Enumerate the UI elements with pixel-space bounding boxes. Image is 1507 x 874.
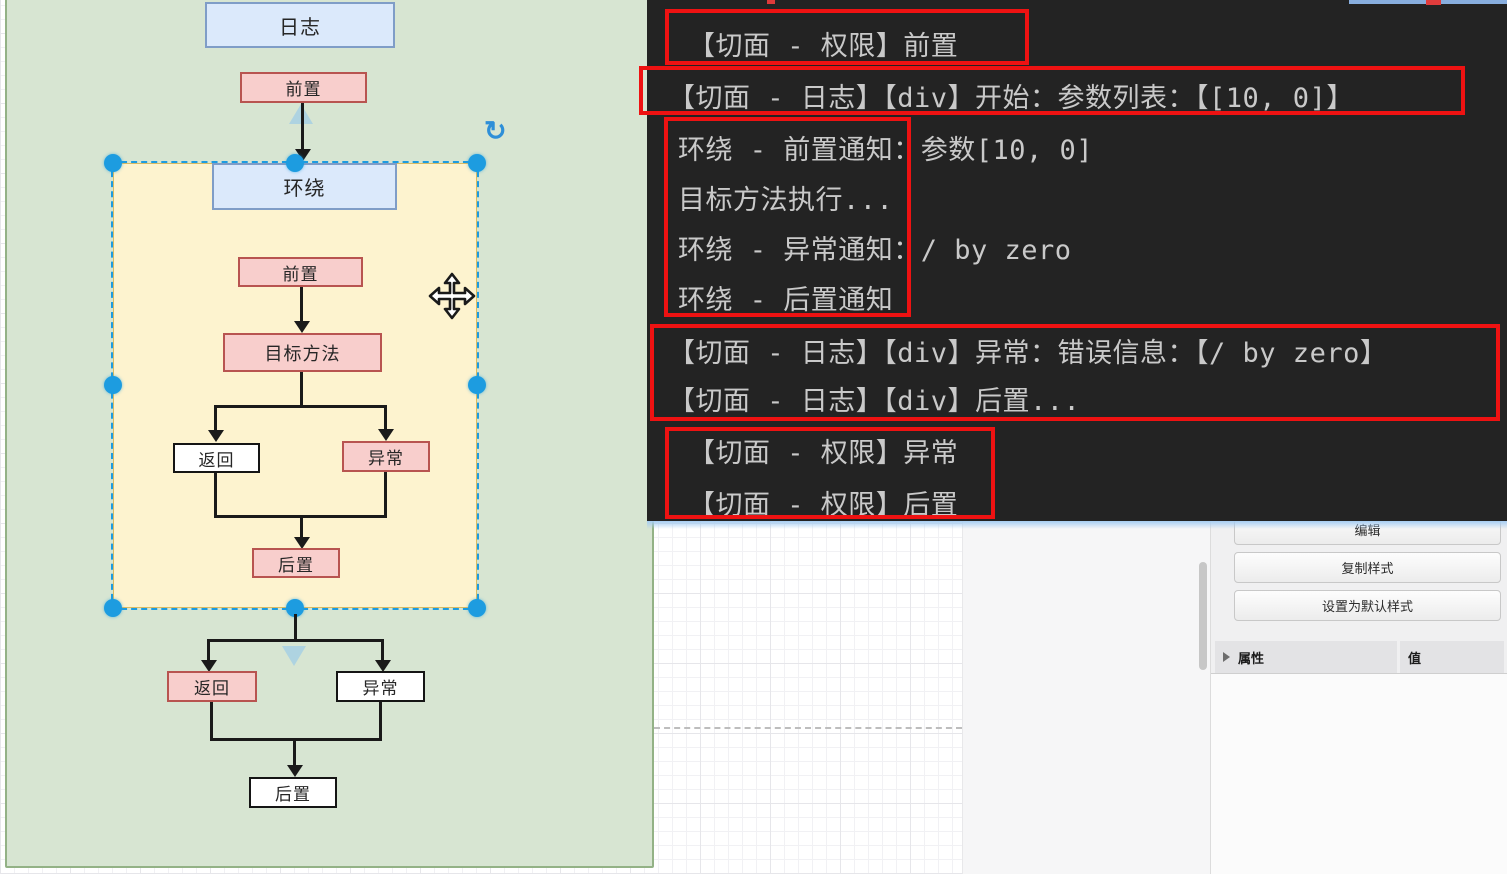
node-before-outer-label: 前置	[286, 75, 322, 100]
node-around[interactable]: 环绕	[212, 163, 397, 210]
rotate-glyph: ↻	[484, 116, 507, 146]
cropped-annotation-fragment	[767, 0, 775, 4]
node-before-inner-label: 前置	[283, 260, 319, 285]
console-line: 【切面 - 权限】异常	[688, 431, 958, 470]
node-return-inner-label: 返回	[199, 446, 235, 471]
node-after-outer[interactable]: 后置	[249, 777, 337, 808]
console-line: 目标方法执行...	[678, 178, 893, 217]
edge-segment	[294, 614, 297, 641]
edge-segment	[214, 405, 387, 408]
property-table-body	[1211, 674, 1507, 874]
console-line: 【切面 - 权限】前置	[688, 24, 958, 63]
edge-segment	[207, 639, 384, 642]
node-log[interactable]: 日志	[205, 2, 395, 48]
node-target-method-label: 目标方法	[265, 340, 341, 366]
set-default-style-button[interactable]: 设置为默认样式	[1234, 590, 1501, 621]
property-table-header: 属性 值	[1211, 641, 1507, 674]
expand-arrow-icon	[1223, 652, 1230, 662]
app-window: 日志 前置 环绕 前置 目标方法 返回 异常 后置 ↻ 返回 异常	[0, 0, 1507, 874]
node-after-outer-label: 后置	[275, 780, 311, 805]
selection-handle-n[interactable]	[286, 154, 304, 172]
property-column-header[interactable]: 属性	[1215, 641, 1397, 673]
node-return-inner[interactable]: 返回	[173, 443, 260, 473]
node-return-outer[interactable]: 返回	[167, 671, 257, 702]
edge-segment	[384, 405, 387, 430]
selection-handle-sw[interactable]	[104, 599, 122, 617]
copy-style-button-label: 复制样式	[1341, 558, 1393, 577]
selection-handle-se[interactable]	[468, 599, 486, 617]
edge-segment	[300, 518, 303, 538]
selection-handle-w[interactable]	[104, 376, 122, 394]
edge-segment	[210, 702, 213, 740]
ghost-arrow-down	[282, 646, 306, 666]
value-column-label: 值	[1408, 648, 1421, 667]
node-log-label: 日志	[279, 11, 321, 40]
console-line: 【切面 - 日志】【div】异常：错误信息：【/ by zero】	[668, 331, 1387, 370]
edge-segment	[381, 639, 384, 661]
console-line: 环绕 - 异常通知：/ by zero	[678, 228, 1072, 267]
set-default-style-button-label: 设置为默认样式	[1322, 596, 1413, 615]
node-exception-outer-label: 异常	[363, 674, 399, 699]
node-exception-outer[interactable]: 异常	[336, 671, 425, 702]
value-column-header[interactable]: 值	[1400, 641, 1504, 673]
node-after-inner-label: 后置	[278, 551, 314, 576]
edge-segment	[293, 738, 296, 766]
arrowhead	[294, 321, 310, 333]
edge-segment	[214, 405, 217, 431]
rotate-handle-icon[interactable]: ↻	[484, 116, 507, 147]
console-line: 【切面 - 日志】【div】开始：参数列表：【[10, 0]】	[668, 76, 1354, 115]
console-line: 【切面 - 权限】后置	[688, 483, 958, 522]
arrowhead	[378, 429, 394, 441]
edge-segment	[214, 473, 217, 518]
arrowhead	[287, 765, 303, 777]
console-line: 环绕 - 前置通知：参数[10, 0]	[678, 128, 1093, 167]
edge-segment	[300, 287, 303, 322]
edge-segment	[384, 472, 387, 518]
node-after-inner[interactable]: 后置	[252, 548, 340, 578]
node-around-label: 环绕	[284, 172, 326, 201]
edge-segment	[301, 103, 304, 149]
cropped-ui-fragment-red	[1426, 0, 1441, 5]
edge-segment	[210, 738, 382, 741]
node-exception-inner-label: 异常	[368, 444, 404, 469]
node-return-outer-label: 返回	[194, 674, 230, 699]
node-before-inner[interactable]: 前置	[238, 257, 363, 287]
page-break-line	[654, 727, 962, 729]
edge-segment	[300, 372, 303, 405]
edge-segment	[379, 702, 382, 740]
console-line: 【切面 - 日志】【div】后置...	[668, 379, 1080, 418]
console-line: 环绕 - 后置通知	[678, 278, 893, 317]
copy-style-button[interactable]: 复制样式	[1234, 552, 1501, 583]
console-output-overlay: 【切面 - 权限】前置 【切面 - 日志】【div】开始：参数列表：【[10, …	[647, 0, 1507, 521]
format-panel: 编辑 复制样式 设置为默认样式 属性 值	[1210, 521, 1507, 874]
move-cursor-icon[interactable]	[428, 272, 476, 320]
selection-handle-nw[interactable]	[104, 154, 122, 172]
node-exception-inner[interactable]: 异常	[342, 441, 430, 472]
canvas-scrollbar-thumb[interactable]	[1199, 562, 1207, 670]
node-before-outer[interactable]: 前置	[240, 72, 367, 103]
edge-segment	[207, 639, 210, 661]
selection-handle-e[interactable]	[468, 376, 486, 394]
console-bottom-glow	[647, 521, 1507, 529]
selection-handle-ne[interactable]	[468, 154, 486, 172]
property-column-label: 属性	[1238, 648, 1264, 667]
node-target-method[interactable]: 目标方法	[223, 333, 382, 372]
arrowhead	[208, 430, 224, 442]
